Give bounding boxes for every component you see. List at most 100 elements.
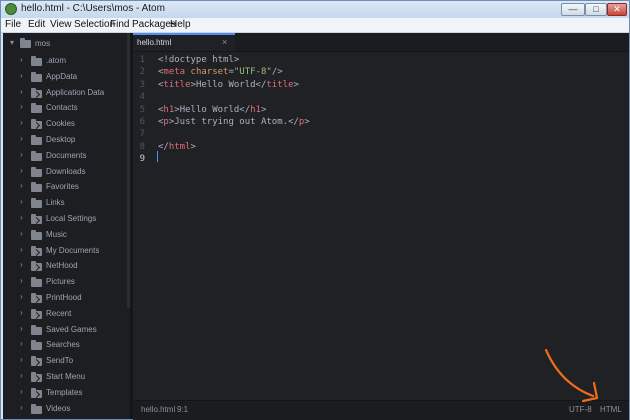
folder-icon: [20, 38, 31, 48]
maximize-button[interactable]: □: [585, 3, 607, 16]
chevron-right-icon: ›: [20, 307, 23, 317]
chevron-right-icon: ›: [20, 402, 23, 412]
code-token: </: [158, 141, 169, 152]
text-cursor: [157, 151, 158, 162]
status-file-name[interactable]: hello.html: [141, 405, 175, 414]
line-number: 2: [139, 67, 145, 78]
chevron-down-icon: ▾: [10, 38, 15, 47]
line-number: 7: [139, 129, 145, 140]
minimize-button[interactable]: —: [561, 3, 585, 16]
code-line[interactable]: </html>: [158, 142, 196, 152]
tree-item[interactable]: › Videos: [3, 402, 130, 416]
chevron-right-icon: ›: [20, 386, 23, 396]
tree-root-label: mos: [35, 39, 51, 48]
chevron-right-icon: ›: [20, 86, 23, 96]
tree-item-label: Videos: [46, 403, 71, 413]
chevron-right-icon: ›: [20, 134, 23, 143]
menu-edit[interactable]: Edit: [28, 19, 45, 30]
folder-symlink-icon: [31, 372, 42, 382]
chevron-right-icon: ›: [20, 355, 23, 365]
status-encoding[interactable]: UTF-8: [569, 405, 592, 414]
tree-item[interactable]: › AppData: [3, 70, 130, 84]
code-line[interactable]: <!doctype html>: [158, 55, 239, 65]
tree-item-label: AppData: [46, 71, 78, 81]
close-window-button[interactable]: ✕: [607, 3, 627, 16]
code-line[interactable]: <h1>Hello World</h1>: [158, 105, 266, 115]
folder-icon: [31, 403, 42, 414]
tree-item[interactable]: › Application Data: [3, 86, 130, 100]
title-bar[interactable]: hello.html - C:\Users\mos - Atom — □ ✕: [1, 1, 629, 18]
code-token: >: [190, 141, 196, 152]
tree-item-label: Templates: [46, 387, 83, 397]
tree-item-label: Downloads: [46, 166, 86, 176]
code-token: >: [260, 104, 267, 115]
status-bar: hello.html 9:1 UTF-8 HTML: [133, 400, 629, 420]
tree-item[interactable]: › Contacts: [3, 101, 130, 115]
tree-item-label: Documents: [46, 150, 87, 160]
code-line[interactable]: <p>Just trying out Atom.</p>: [158, 117, 310, 127]
folder-symlink-icon: [31, 214, 42, 224]
folder-symlink-icon: [31, 293, 42, 303]
menu-selection[interactable]: Selection: [74, 19, 115, 30]
chevron-right-icon: ›: [20, 55, 23, 64]
tree-item[interactable]: › Templates: [3, 386, 130, 400]
code-line[interactable]: <meta charset="UTF-8"/>: [158, 67, 283, 77]
menu-file[interactable]: File: [5, 19, 21, 30]
tree-item[interactable]: › Local Settings: [3, 212, 130, 226]
tree-item-label: Desktop: [46, 135, 76, 144]
folder-icon: [31, 71, 42, 82]
folder-icon: [31, 135, 42, 145]
code-token: />: [271, 67, 283, 78]
tree-item-label: SendTo: [46, 356, 74, 366]
tab-hello-html[interactable]: hello.html ×: [133, 33, 235, 51]
status-grammar[interactable]: HTML: [600, 405, 622, 414]
tree-item[interactable]: › .atom: [3, 54, 130, 68]
tree-item[interactable]: › Cookies: [3, 117, 130, 131]
tree-item[interactable]: › Links: [3, 196, 130, 210]
tree-item[interactable]: › Start Menu: [3, 370, 130, 384]
code-token: meta: [163, 67, 186, 78]
tree-item[interactable]: › Downloads: [3, 165, 130, 179]
tree-item[interactable]: › Documents: [3, 149, 130, 163]
folder-symlink-icon: [31, 87, 42, 98]
menu-find[interactable]: Find: [110, 19, 129, 30]
tree-item-label: NetHood: [46, 261, 78, 271]
menu-help[interactable]: Help: [170, 19, 191, 30]
line-number: 1: [139, 55, 145, 65]
status-cursor-position[interactable]: 9:1: [177, 405, 188, 414]
tree-item[interactable]: › PrintHood: [3, 291, 130, 305]
folder-icon: [31, 56, 42, 66]
tree-item[interactable]: › SendTo: [3, 354, 130, 368]
tree-item[interactable]: › Pictures: [3, 275, 130, 289]
chevron-right-icon: ›: [20, 228, 23, 238]
code-token: title: [163, 79, 191, 90]
chevron-right-icon: ›: [20, 149, 23, 159]
tab-close-icon[interactable]: ×: [222, 37, 227, 47]
menu-view[interactable]: View: [50, 19, 72, 30]
tree-item[interactable]: › Recent: [3, 307, 130, 321]
folder-icon: [31, 198, 42, 209]
tree-item[interactable]: › Searches: [3, 338, 130, 352]
tree-item[interactable]: › Favorites: [3, 180, 130, 194]
folder-icon: [31, 166, 42, 177]
code-token: </: [239, 104, 251, 115]
chevron-right-icon: ›: [20, 339, 23, 349]
tree-item[interactable]: › Saved Games: [3, 323, 130, 337]
tree-item-label: PrintHood: [46, 293, 82, 302]
code-line[interactable]: <title>Hello World</title>: [158, 80, 299, 90]
line-number: 6: [139, 117, 145, 127]
tree-item[interactable]: › My Documents: [3, 244, 130, 258]
tree-item[interactable]: › Desktop: [3, 133, 130, 147]
folder-icon: [31, 340, 42, 351]
code-token: Just trying out Atom.: [174, 117, 289, 127]
chevron-right-icon: ›: [20, 181, 23, 191]
tree-root-row[interactable]: ▾ mos: [3, 37, 130, 51]
chevron-right-icon: ›: [20, 102, 23, 112]
folder-symlink-icon: [31, 261, 42, 272]
chevron-right-icon: ›: [20, 213, 23, 222]
tree-item[interactable]: › NetHood: [3, 259, 130, 273]
code-token: title: [266, 79, 294, 90]
code-token: charset: [185, 67, 229, 78]
tree-item-label: Links: [46, 198, 65, 208]
tree-item[interactable]: › Music: [3, 228, 130, 242]
